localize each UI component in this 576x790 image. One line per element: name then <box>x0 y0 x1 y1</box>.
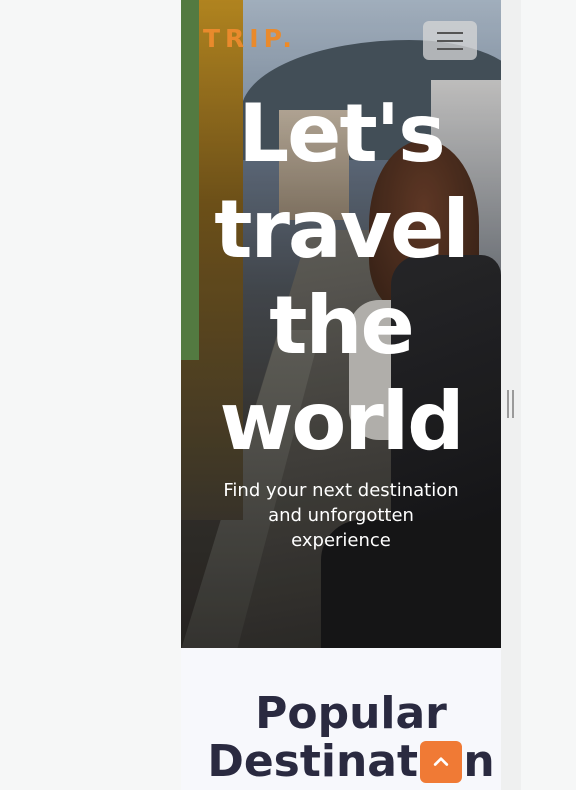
chevron-up-icon <box>433 757 449 766</box>
hero-headline-line: travel <box>214 183 470 276</box>
brand-logo[interactable]: TRIP. <box>203 24 297 53</box>
hamburger-menu-icon-line <box>437 39 463 42</box>
hero-subtitle: Find your next destination and unforgott… <box>223 480 459 551</box>
hero-headline-line: world <box>219 375 464 468</box>
hero-headline-line: Let's <box>238 87 446 180</box>
brand-logo-dot: . <box>282 24 297 53</box>
hero-headline-line: the <box>269 279 414 372</box>
hero-headline: Let's travel the world <box>181 86 501 470</box>
back-to-top-button[interactable] <box>420 741 462 783</box>
menu-toggle-button[interactable] <box>423 21 477 60</box>
page-viewport: TRIP. Let's travel the world Find your n… <box>181 0 501 790</box>
hamburger-menu-icon-line <box>437 47 463 50</box>
resize-handle[interactable] <box>507 390 514 418</box>
section-title-line: Popular <box>255 688 447 739</box>
hamburger-menu-icon <box>437 31 463 34</box>
hero-section: TRIP. Let's travel the world Find your n… <box>181 0 501 648</box>
brand-logo-text: TRIP <box>203 24 283 53</box>
